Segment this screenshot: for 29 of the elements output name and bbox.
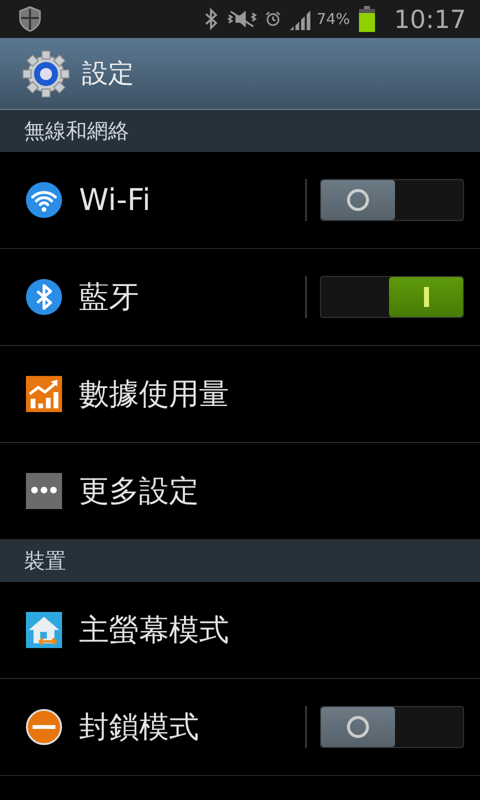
settings-item[interactable]: 藍牙 (0, 249, 480, 346)
settings-item[interactable]: Wi-Fi (0, 152, 480, 249)
item-label: 更多設定 (79, 472, 200, 510)
block-icon (25, 708, 63, 746)
section-header: 裝置 (0, 540, 480, 582)
clock: 10:17 (394, 4, 466, 34)
home-icon (25, 611, 63, 649)
chart-icon (25, 375, 63, 413)
bluetooth-icon (25, 278, 63, 316)
settings-item[interactable]: 數據使用量 (0, 346, 480, 443)
settings-item[interactable]: 封鎖模式 (0, 679, 480, 776)
bluetooth-icon (202, 7, 219, 31)
screen-title: 設定 (82, 58, 134, 91)
shield-icon (18, 5, 42, 33)
toggle-switch[interactable] (320, 276, 464, 318)
item-label: Wi-Fi (79, 182, 152, 218)
section-header: 無線和網絡 (0, 110, 480, 152)
item-label: 主螢幕模式 (79, 612, 230, 650)
battery-icon (358, 5, 376, 33)
item-label: 封鎖模式 (79, 708, 200, 746)
wifi-icon (25, 181, 63, 219)
toggle-switch[interactable] (320, 179, 464, 221)
more-icon (25, 472, 63, 510)
toggle-switch[interactable] (320, 706, 464, 748)
item-label: 藍牙 (79, 278, 140, 316)
settings-item[interactable]: 主螢幕模式 (0, 582, 480, 679)
gear-icon (22, 50, 70, 98)
battery-percent: 74% (316, 10, 350, 28)
item-label: 數據使用量 (79, 376, 230, 414)
